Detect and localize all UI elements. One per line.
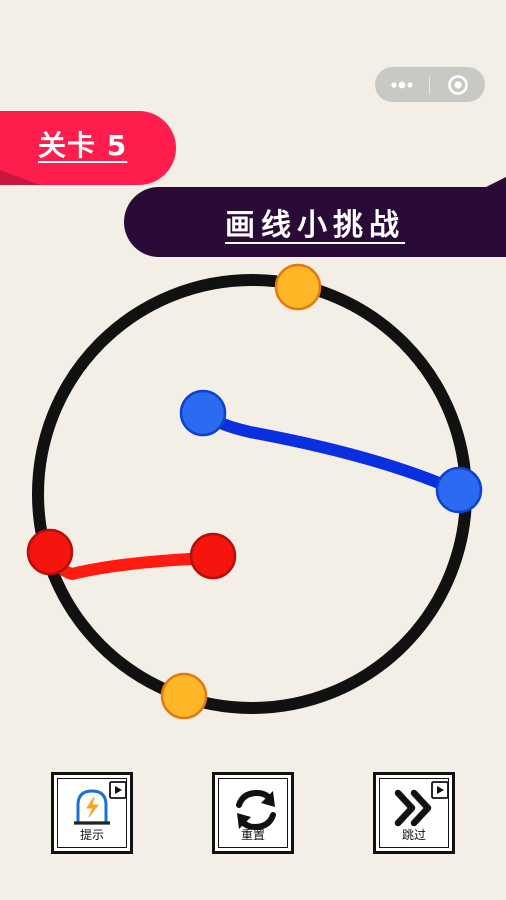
hint-button[interactable]: 提示 <box>51 772 133 854</box>
refresh-arrows-icon <box>236 789 276 831</box>
red-dot-end[interactable] <box>189 532 237 580</box>
red-dot-start[interactable] <box>26 528 74 576</box>
puzzle-board[interactable] <box>0 0 506 900</box>
game-stage: 关卡 5 画线小挑战 提示 重置 跳过 <box>0 0 506 900</box>
red-drawn-line <box>44 546 216 580</box>
play-ad-icon <box>109 781 127 799</box>
ring-boundary <box>32 274 472 714</box>
blue-dot-start[interactable] <box>179 389 227 437</box>
skip-button[interactable]: 跳过 <box>373 772 455 854</box>
orange-dot-bottom[interactable] <box>160 672 208 720</box>
reset-label: 重置 <box>240 828 265 842</box>
hint-label: 提示 <box>79 828 104 842</box>
blue-drawn-line <box>198 407 464 497</box>
skip-label: 跳过 <box>401 828 426 842</box>
reset-button[interactable]: 重置 <box>212 772 294 854</box>
orange-dot-top[interactable] <box>274 263 322 311</box>
play-ad-icon <box>431 781 449 799</box>
blue-dot-end[interactable] <box>435 466 483 514</box>
